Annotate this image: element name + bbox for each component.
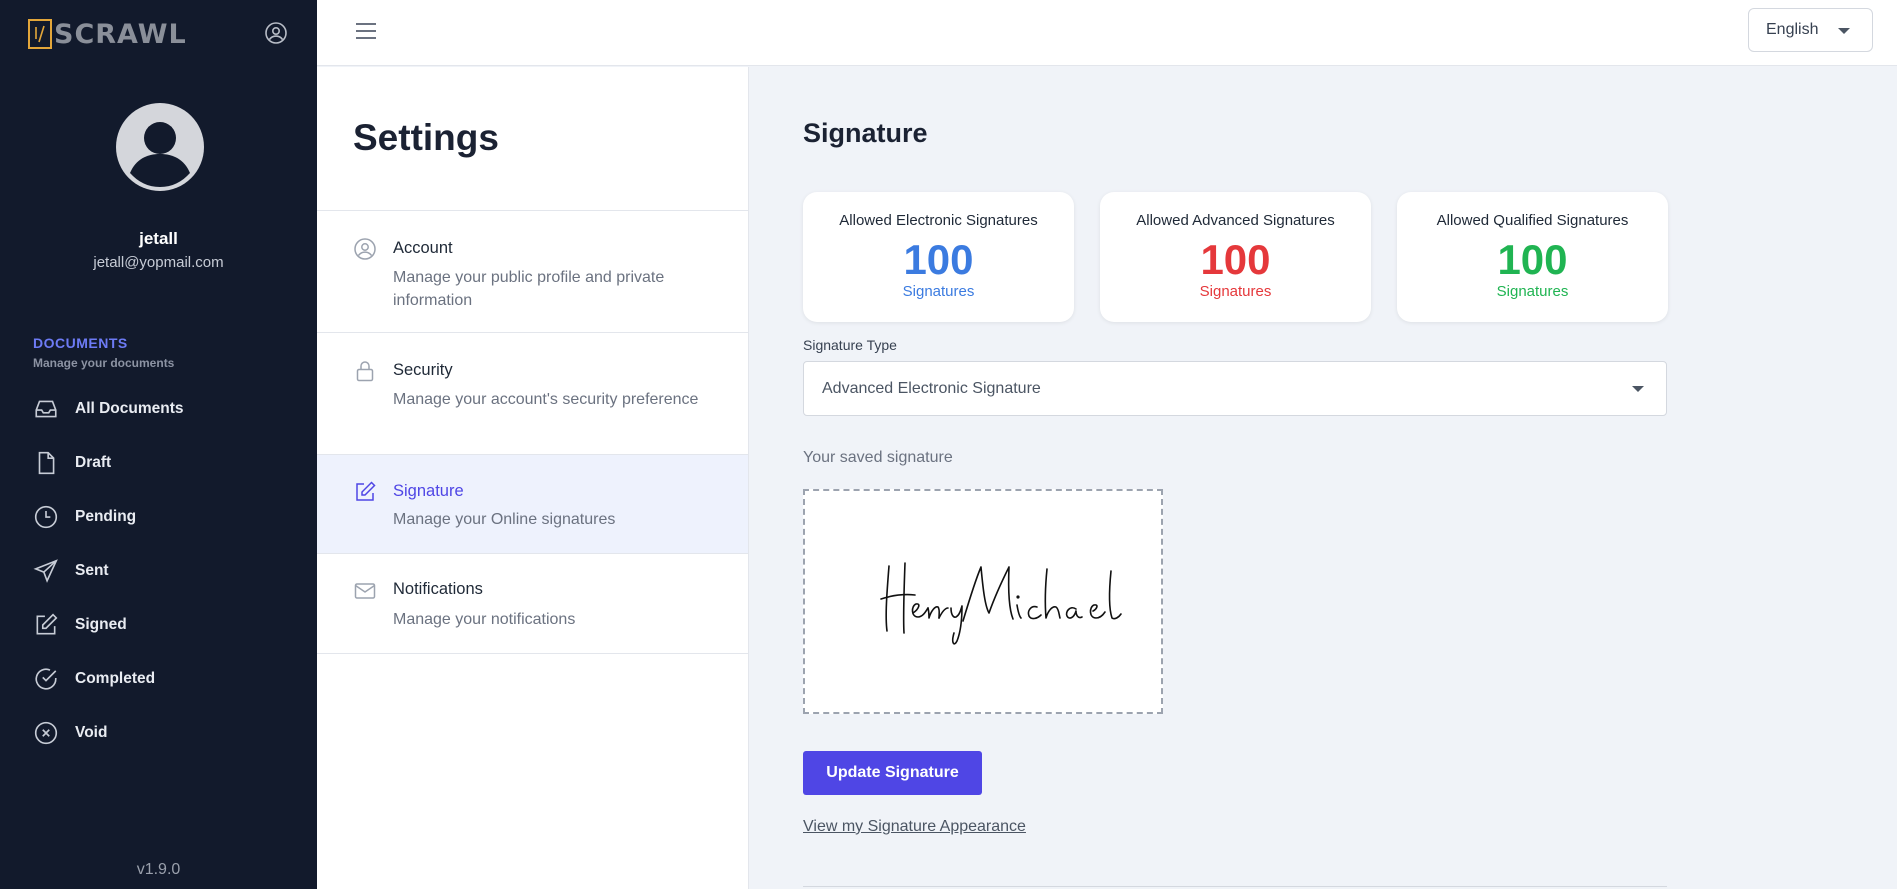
language-value: English [1766,21,1819,38]
card-value: 100 [903,236,974,283]
card-unit: Signatures [902,283,975,300]
section-title: Signature [803,118,928,148]
card-value: 100 [1200,236,1271,283]
page-title: Settings [353,117,499,158]
sidebar-item-label: Completed [75,670,156,687]
user-name: jetall [139,229,178,248]
sidebar-item-pending[interactable]: Pending [33,502,136,532]
settings-item-title: Security [393,361,453,379]
settings-item-desc: Manage your notifications [393,611,576,628]
chevron-down-icon [1632,386,1644,392]
hamburger-menu-icon[interactable] [355,21,377,41]
app-logo[interactable]: SCRAWL [28,18,187,50]
sidebar-item-label: Signed [75,616,127,633]
sidebar-item-label: Void [75,724,108,741]
electronic-signatures-card: Allowed Electronic Signatures 100 Signat… [803,192,1074,322]
card-unit: Signatures [1496,283,1569,300]
card-label: Allowed Electronic Signatures [839,212,1038,229]
logo-text: SCRAWL [54,18,187,50]
saved-signature-box [803,489,1163,714]
signature-image [880,562,1122,645]
card-value: 100 [1497,236,1568,283]
send-icon [33,559,58,583]
settings-item-title: Notifications [393,580,483,598]
sidebar-item-all-documents[interactable]: All Documents [33,394,184,424]
settings-item-notifications[interactable]: Notifications Manage your notifications [317,553,748,653]
logo-mark [28,19,52,49]
sidebar-item-sent[interactable]: Sent [33,556,109,586]
settings-item-desc: Manage your account's security preferenc… [393,391,699,408]
language-select[interactable]: English [1748,8,1873,52]
avatar [116,103,204,191]
sidebar-item-draft[interactable]: Draft [33,448,111,478]
settings-item-desc: Manage your public profile and private i… [393,269,665,309]
sidebar: SCRAWL jetall jetall@yopmail.com DOCUMEN… [0,0,317,889]
sidebar-item-label: Sent [75,562,109,579]
sidebar-item-label: All Documents [75,400,184,417]
sidebar-item-label: Pending [75,508,137,525]
pen-square-icon [36,613,58,635]
chevron-down-icon [1838,28,1850,34]
user-email: jetall@yopmail.com [93,254,224,271]
mail-icon [354,583,376,599]
top-bar: English [317,0,1897,66]
sidebar-item-label: Draft [75,454,112,471]
qualified-signatures-card: Allowed Qualified Signatures 100 Signatu… [1397,192,1668,322]
signature-type-select[interactable]: Advanced Electronic Signature [803,361,1667,416]
user-circle-icon[interactable] [264,21,288,45]
card-label: Allowed Qualified Signatures [1436,212,1629,229]
lock-icon [356,361,374,382]
settings-item-security[interactable]: Security Manage your account's security … [317,332,748,454]
settings-item-title: Account [393,239,453,257]
sidebar-item-void[interactable]: Void [33,718,107,748]
check-circle-icon [35,668,57,690]
logo-pen-icon [35,25,45,43]
settings-item-account[interactable]: Account Manage your public profile and p… [317,210,748,332]
settings-item-title: Signature [393,482,464,500]
update-signature-button[interactable]: Update Signature [803,751,982,795]
signature-type-value: Advanced Electronic Signature [822,379,1041,397]
sidebar-item-signed[interactable]: Signed [33,610,127,640]
documents-section-title: DOCUMENTS [33,335,128,351]
divider [317,653,748,654]
signature-type-label: Signature Type [803,337,897,353]
sidebar-item-completed[interactable]: Completed [33,664,155,694]
inbox-icon [35,400,57,418]
settings-item-signature[interactable]: Signature Manage your Online signatures [317,454,748,553]
edit-icon [356,481,376,501]
user-circle-icon [354,238,376,260]
card-label: Allowed Advanced Signatures [1136,212,1335,229]
settings-item-desc: Manage your Online signatures [393,511,616,528]
file-icon [38,451,55,475]
documents-section-subtitle: Manage your documents [33,356,175,370]
x-circle-icon [34,721,58,745]
clock-icon [34,505,58,529]
settings-panel: Settings Account Manage your public prof… [317,67,749,889]
saved-signature-label: Your saved signature [803,449,953,466]
card-unit: Signatures [1199,283,1272,300]
view-signature-appearance-link[interactable]: View my Signature Appearance [803,818,1026,836]
divider [803,886,1667,887]
advanced-signatures-card: Allowed Advanced Signatures 100 Signatur… [1100,192,1371,322]
app-version: v1.9.0 [136,861,181,878]
